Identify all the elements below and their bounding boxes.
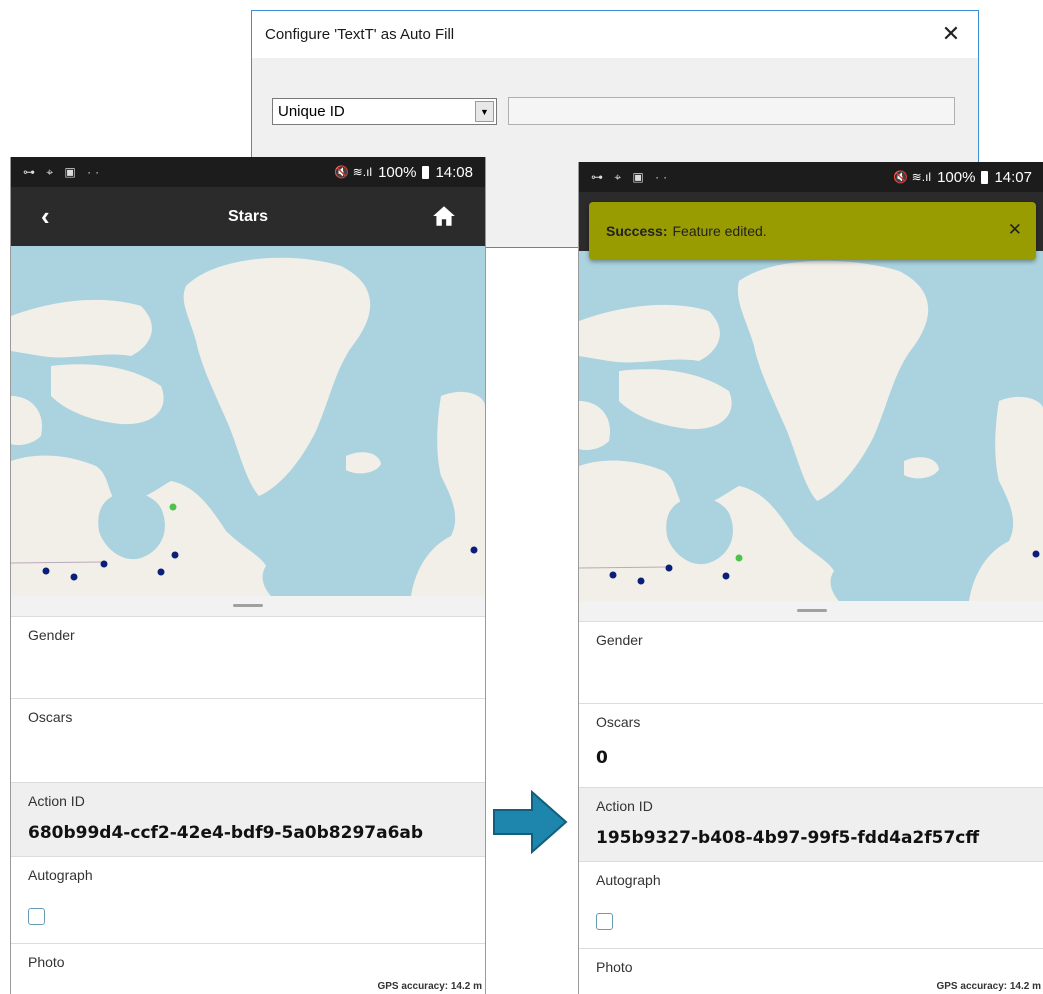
status-bar: ⊶ ⌖ ▣ ·· 🔇 ≋.ıl 100% 14:08 [11, 157, 485, 187]
field-action-id: Action ID 680b99d4-ccf2-42e4-bdf9-5a0b82… [11, 782, 485, 856]
status-bar: ⊶ ⌖ ▣ ·· 🔇 ≋.ıl 100% 14:07 [579, 162, 1043, 192]
app-bar: ‹ Stars [11, 187, 485, 246]
map-point[interactable] [1032, 550, 1040, 558]
map-point[interactable] [470, 546, 478, 554]
field-gender[interactable]: Gender [11, 616, 485, 698]
map-point[interactable] [171, 551, 179, 559]
home-icon[interactable] [431, 203, 457, 229]
map-point[interactable] [100, 560, 108, 568]
handle-bar[interactable] [796, 609, 827, 612]
map-point[interactable] [157, 568, 165, 576]
drag-handle[interactable] [11, 596, 485, 616]
field-gender[interactable]: Gender [579, 621, 1043, 703]
key-icon: ⊶ ⌖ ▣ ·· [23, 164, 104, 179]
map-basemap [11, 257, 485, 596]
autofill-value-field[interactable] [508, 97, 955, 125]
map-point[interactable] [70, 573, 78, 581]
field-value: 195b9327-b408-4b97-99f5-fdd4a2f57cff [596, 828, 980, 848]
field-label: Gender [596, 632, 643, 648]
close-icon[interactable]: ✕ [936, 19, 966, 49]
phone-screen-before: ⊶ ⌖ ▣ ·· 🔇 ≋.ıl 100% 14:08 ‹ Stars Gende… [10, 157, 486, 994]
field-label: Oscars [596, 714, 641, 730]
toast-message: Feature edited. [672, 223, 767, 239]
battery-icon [422, 165, 430, 179]
field-label: Photo [596, 959, 633, 975]
field-oscars[interactable]: Oscars [11, 698, 485, 782]
map-point[interactable] [735, 554, 743, 562]
map-point[interactable] [665, 564, 673, 572]
map-point[interactable] [722, 572, 730, 580]
drag-handle[interactable] [579, 601, 1043, 621]
map-view[interactable] [11, 246, 485, 596]
map-view[interactable] [579, 251, 1043, 601]
success-toast: Success: Feature edited. ✕ [589, 202, 1036, 260]
field-value: 0 [596, 748, 608, 768]
status-time: 14:07 [994, 168, 1032, 186]
wifi-icon: 🔇 ≋.ıl [893, 170, 932, 184]
map-basemap [579, 260, 1043, 601]
phone-screen-after: ⊶ ⌖ ▣ ·· 🔇 ≋.ıl 100% 14:07 Success: Feat… [578, 162, 1043, 994]
page-title: Stars [227, 207, 269, 225]
autograph-checkbox[interactable] [28, 908, 45, 925]
back-icon[interactable]: ‹ [41, 201, 50, 232]
field-label: Action ID [28, 793, 85, 809]
field-label: Autograph [596, 872, 661, 888]
status-time: 14:08 [435, 163, 473, 181]
dialog-title: Configure 'TextT' as Auto Fill [265, 26, 455, 43]
map-point[interactable] [609, 571, 617, 579]
field-label: Action ID [596, 798, 653, 814]
map-point[interactable] [42, 567, 50, 575]
wifi-icon: 🔇 ≋.ıl [334, 165, 373, 179]
gps-accuracy: GPS accuracy: 14.2 m [377, 981, 482, 992]
field-autograph[interactable]: Autograph [11, 856, 485, 943]
autofill-type-value: Unique ID [278, 103, 345, 120]
field-oscars[interactable]: Oscars 0 [579, 703, 1043, 787]
handle-bar[interactable] [233, 604, 263, 607]
dropdown-arrow-icon[interactable]: ▼ [475, 101, 494, 122]
map-point[interactable] [637, 577, 645, 585]
toast-label: Success: [606, 223, 668, 239]
field-label: Autograph [28, 867, 93, 883]
gps-accuracy: GPS accuracy: 14.2 m [936, 981, 1041, 992]
autofill-type-select[interactable]: Unique ID ▼ [272, 98, 497, 125]
autograph-checkbox[interactable] [596, 913, 613, 930]
key-icon: ⊶ ⌖ ▣ ·· [591, 169, 672, 184]
map-point[interactable] [169, 503, 177, 511]
field-label: Oscars [28, 709, 73, 725]
field-label: Gender [28, 627, 75, 643]
close-icon[interactable]: ✕ [1008, 220, 1022, 240]
field-label: Photo [28, 954, 65, 970]
field-action-id: Action ID 195b9327-b408-4b97-99f5-fdd4a2… [579, 787, 1043, 861]
battery-percent: 100% [378, 163, 417, 181]
dialog-titlebar: Configure 'TextT' as Auto Fill ✕ [252, 11, 978, 58]
battery-percent: 100% [937, 168, 976, 186]
battery-icon [981, 170, 989, 184]
field-value: 680b99d4-ccf2-42e4-bdf9-5a0b8297a6ab [28, 823, 424, 843]
field-autograph[interactable]: Autograph [579, 861, 1043, 948]
arrow-right-icon [493, 790, 568, 854]
